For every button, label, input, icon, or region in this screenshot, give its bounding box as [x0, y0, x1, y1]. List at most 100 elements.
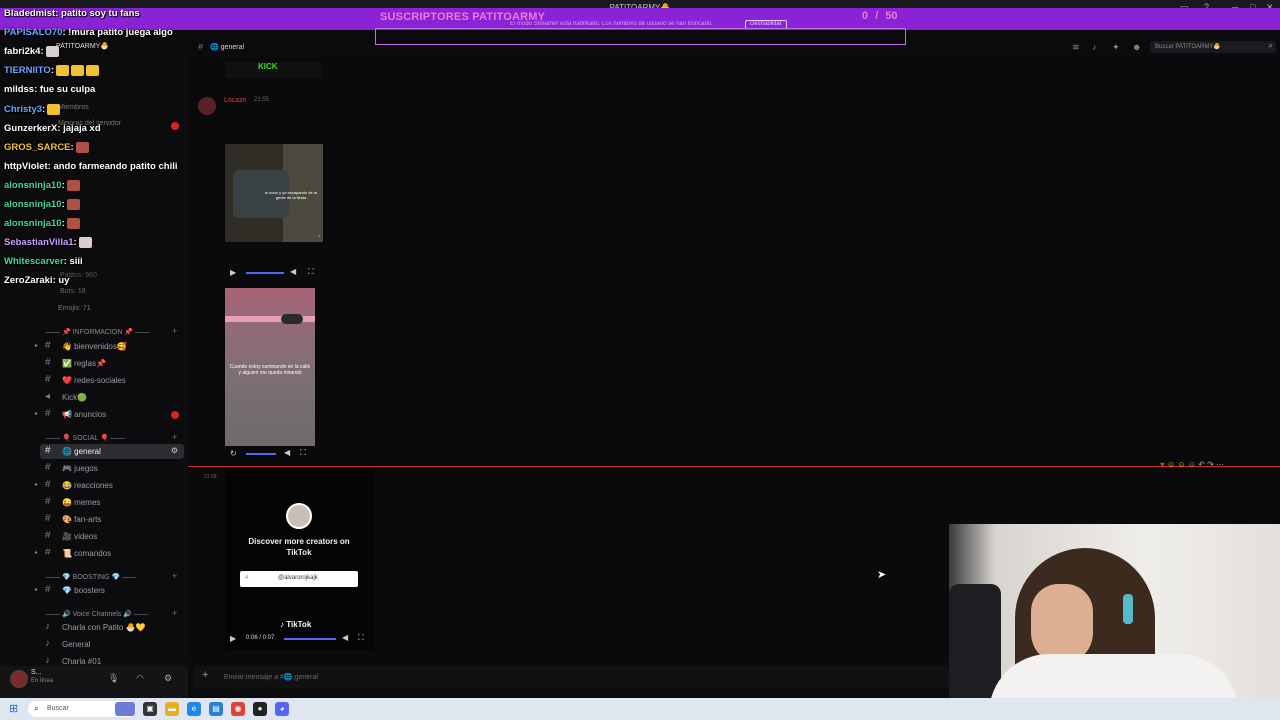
message-author[interactable]: Locazn	[224, 97, 247, 104]
channel-memes[interactable]: # 😜 memes	[40, 495, 184, 510]
video-progress[interactable]	[284, 638, 336, 640]
category-social[interactable]: —— 🎈 SOCIAL 🎈 ——	[46, 434, 125, 442]
hash-icon: #	[45, 496, 51, 507]
chat-emote-icon	[45, 46, 59, 58]
pin-icon[interactable]: ✦	[1112, 42, 1120, 53]
emoji-icon[interactable]: ☺	[1177, 460, 1185, 469]
chat-message: ZeroZaraki: uy	[4, 275, 69, 286]
more-icon[interactable]: ⋯	[1216, 460, 1224, 469]
chat-username[interactable]: GunzerkerX	[4, 123, 57, 134]
volume-icon[interactable]: ◀	[290, 267, 296, 276]
chat-username[interactable]: GROS_SARCE	[4, 142, 71, 153]
chat-username[interactable]: httpViolet	[4, 161, 48, 172]
chat-message: TIERNIITO:	[4, 65, 99, 76]
volume-icon[interactable]: ◀	[284, 448, 290, 457]
chat-message: Bladedmist: patito soy tu fans	[4, 8, 140, 19]
microphone-icon[interactable]: 🎙	[108, 673, 119, 684]
channel-boosters[interactable]: ▸ # 💎 boosters	[35, 583, 184, 598]
channel-juegos[interactable]: # 🎮 juegos	[40, 461, 184, 476]
video-progress[interactable]	[246, 453, 276, 455]
message-actions: ♥ ☺ ☺ ☺ ↶ ↷ ⋯	[1160, 460, 1224, 472]
search-input[interactable]: Buscar PATITOARMY🐣 ⌕	[1150, 41, 1276, 53]
channel-videos[interactable]: # 🎥 videos	[40, 529, 184, 544]
heart-icon[interactable]: ♥	[1160, 460, 1165, 469]
windows-start-icon[interactable]: ⊞	[9, 702, 18, 715]
channel-anuncios[interactable]: ▸ # 📢 anuncios	[35, 407, 184, 422]
gear-icon[interactable]: ⚙	[164, 673, 172, 684]
chat-message: Whitescarver: siii	[4, 256, 83, 267]
channel-general[interactable]: # 🌐 general ⚙	[40, 444, 184, 459]
channel-bienvenidos[interactable]: ▸ # 👋 bienvenidos🥰	[35, 339, 184, 354]
discord-icon[interactable]: ◕	[275, 702, 289, 716]
category-informacion[interactable]: —— 📌 INFORMACION 📌 ——	[46, 328, 149, 336]
channel-comandos[interactable]: ▸ # 📜 comandos	[35, 546, 184, 561]
chrome-icon[interactable]: ◉	[231, 702, 245, 716]
subscriber-goal-count: 0 / 50	[862, 10, 898, 22]
hash-icon: #	[45, 357, 51, 368]
chat-username[interactable]: Whitescarver	[4, 256, 64, 267]
add-attachment-icon[interactable]: +	[202, 669, 208, 681]
add-channel-icon[interactable]: +	[172, 432, 177, 442]
chat-message: Christy3:	[4, 103, 61, 115]
video-attachment[interactable]: Cuando estoy caminando en la calle y alg…	[225, 288, 315, 446]
chat-username[interactable]: ZeroZaraki	[4, 275, 53, 286]
add-channel-icon[interactable]: +	[172, 608, 177, 618]
members-icon[interactable]: ☻	[1132, 42, 1141, 52]
add-reaction-icon[interactable]: ☺	[1188, 460, 1196, 469]
server-header[interactable]: PATITOARMY🐣	[36, 42, 188, 54]
category-voice[interactable]: —— 🔊 Voice Channels 🔊 ——	[46, 610, 148, 618]
play-icon[interactable]: ▶	[230, 634, 236, 643]
channel-reglas[interactable]: # ✅ reglas📌	[40, 356, 184, 371]
headphones-icon[interactable]: ◠	[136, 673, 144, 684]
fullscreen-icon[interactable]: ⛶	[358, 633, 364, 643]
channel-kick[interactable]: ◂ Kick🟢	[40, 390, 184, 405]
fullscreen-icon[interactable]: ⛶	[300, 448, 306, 458]
edge-icon[interactable]: e	[187, 702, 201, 716]
store-icon[interactable]: ▤	[209, 702, 223, 716]
chat-username[interactable]: alonsninja10	[4, 180, 62, 191]
taskbar-widget-icon[interactable]	[115, 702, 135, 716]
tiktok-logo: ♪ TikTok	[280, 620, 312, 629]
chat-username[interactable]: fabri2k4	[4, 46, 40, 57]
task-view-icon[interactable]: ▣	[143, 702, 157, 716]
add-channel-icon[interactable]: +	[172, 326, 177, 336]
play-icon[interactable]: ▶	[230, 268, 236, 277]
ghost-emojis: Emojis: 71	[58, 305, 91, 312]
avatar[interactable]	[198, 97, 216, 115]
chat-username[interactable]: SebastianVilla1	[4, 237, 74, 248]
channel-fan-arts[interactable]: # 🎨 fan-arts	[40, 512, 184, 527]
voice-general[interactable]: ♪ General	[40, 637, 184, 652]
message-composer[interactable]: + Enviar mensaje a #🌐 general	[194, 666, 950, 688]
emoji-icon[interactable]: ☺	[1167, 460, 1175, 469]
add-channel-icon[interactable]: +	[172, 571, 177, 581]
video-progress[interactable]	[246, 272, 284, 274]
replay-icon[interactable]: ↻	[230, 449, 237, 458]
chat-username[interactable]: TIERNIITO	[4, 65, 51, 76]
hash-icon: #	[45, 340, 51, 351]
file-explorer-icon[interactable]: ▬	[165, 702, 179, 716]
avatar[interactable]	[10, 670, 28, 688]
voice-charla-patito[interactable]: ♪ Charla con Patito 🐣💛	[40, 620, 184, 635]
chat-username[interactable]: mildss	[4, 84, 34, 95]
channel-settings-icon[interactable]: ⚙	[171, 446, 178, 455]
video-caption: Cuando estoy caminando en la calle y alg…	[229, 364, 311, 376]
chat-username[interactable]: alonsninja10	[4, 199, 62, 210]
reply-icon[interactable]: ↶	[1198, 460, 1205, 469]
chat-username[interactable]: Christy3	[4, 104, 42, 115]
hash-icon: #	[198, 42, 204, 52]
tiktok-search-field[interactable]: ⌕ @alvarorojkajk	[240, 571, 358, 587]
channel-reacciones[interactable]: ▸ # 😂 reacciones	[35, 478, 184, 493]
chat-username[interactable]: PAPISALO70	[4, 27, 62, 38]
volume-icon[interactable]: ◀	[342, 633, 348, 642]
threads-icon[interactable]: ≋	[1072, 42, 1080, 53]
obs-icon[interactable]: ●	[253, 702, 267, 716]
video-attachment[interactable]: el sodo y yo escapando de la gente de la…	[225, 144, 323, 242]
speaker-icon: ♪	[45, 655, 50, 666]
bell-icon[interactable]: ♪	[1092, 42, 1097, 52]
channel-redes-sociales[interactable]: # ❤️ redes-sociales	[40, 373, 184, 388]
fullscreen-icon[interactable]: ⛶	[308, 267, 314, 277]
chat-username[interactable]: alonsninja10	[4, 218, 62, 229]
forward-icon[interactable]: ↷	[1207, 460, 1214, 469]
category-boosting[interactable]: —— 💎 BOOSTING 💎 ——	[46, 573, 136, 581]
chat-username[interactable]: Bladedmist	[4, 8, 55, 19]
